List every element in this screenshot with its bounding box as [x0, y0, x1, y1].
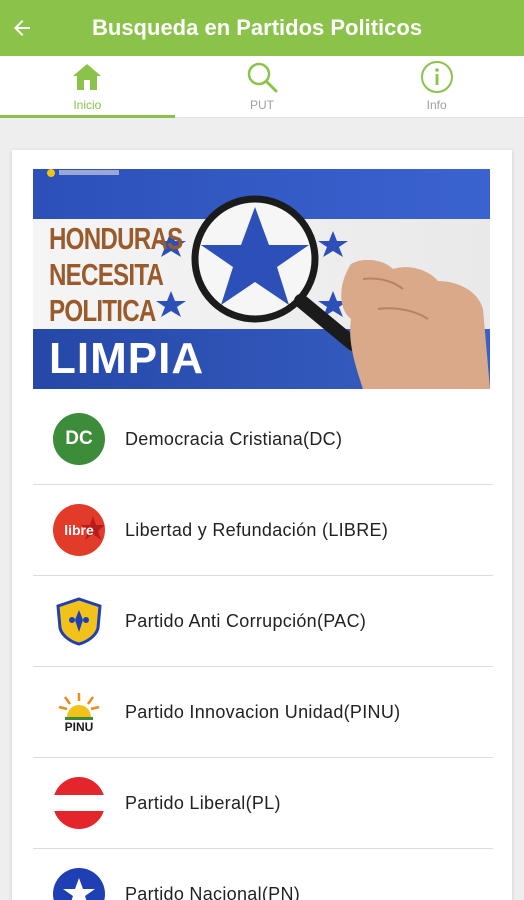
tab-label: PUT: [250, 98, 274, 112]
back-button[interactable]: [0, 0, 44, 56]
party-name: Partido Anti Corrupción(PAC): [125, 610, 367, 631]
party-row-pl[interactable]: Partido Liberal(PL): [33, 758, 493, 849]
party-row-pac[interactable]: Partido Anti Corrupción(PAC): [33, 576, 493, 667]
libre-logo-icon: libre: [53, 504, 105, 556]
app-bar: Busqueda en Partidos Politicos: [0, 0, 524, 56]
party-row-libre[interactable]: libre Libertad y Refundación (LIBRE): [33, 485, 493, 576]
tab-put[interactable]: PUT: [175, 56, 350, 117]
party-name: Democracia Cristiana(DC): [125, 428, 343, 449]
party-row-dc[interactable]: DC Democracia Cristiana(DC): [33, 394, 493, 485]
logo-text: DC: [65, 428, 93, 449]
logo-text: libre: [64, 522, 94, 538]
pn-star-icon: [53, 868, 105, 900]
tab-label: Inicio: [73, 98, 102, 112]
pac-shield-icon: [53, 595, 105, 647]
party-row-pn[interactable]: Partido Nacional(PN): [33, 849, 493, 900]
home-icon: [70, 60, 104, 94]
party-row-pinu[interactable]: PINU Partido Innovacion Unidad(PINU): [33, 667, 493, 758]
party-name: Libertad y Refundación (LIBRE): [125, 519, 389, 540]
content-card: HONDURAS NECESITA POLITICA LIMPIA DC Dem…: [12, 150, 512, 900]
pl-flag-icon: [53, 777, 105, 829]
search-icon: [245, 60, 279, 94]
pinu-sun-icon: PINU: [53, 686, 105, 738]
tab-label: Info: [426, 98, 447, 112]
banner-text-line4: LIMPIA: [49, 334, 205, 383]
party-name: Partido Nacional(PN): [125, 883, 301, 900]
tab-inicio[interactable]: Inicio: [0, 56, 175, 118]
banner-text-line1: HONDURAS: [49, 221, 183, 256]
tab-bar: Inicio PUT Info: [0, 56, 524, 118]
party-name: Partido Innovacion Unidad(PINU): [125, 701, 401, 722]
banner-text-line2: NECESITA: [49, 257, 164, 292]
tab-info[interactable]: Info: [349, 56, 524, 117]
banner-text-line3: POLITICA: [49, 293, 156, 328]
page-title: Busqueda en Partidos Politicos: [92, 15, 423, 40]
dc-logo-icon: DC: [53, 413, 105, 465]
banner-image: HONDURAS NECESITA POLITICA LIMPIA: [33, 169, 490, 389]
party-name: Partido Liberal(PL): [125, 792, 281, 813]
logo-text: PINU: [64, 720, 94, 734]
info-icon: [420, 60, 454, 94]
arrow-left-icon: [14, 20, 30, 36]
party-list: DC Democracia Cristiana(DC) libre Libert…: [33, 394, 493, 900]
